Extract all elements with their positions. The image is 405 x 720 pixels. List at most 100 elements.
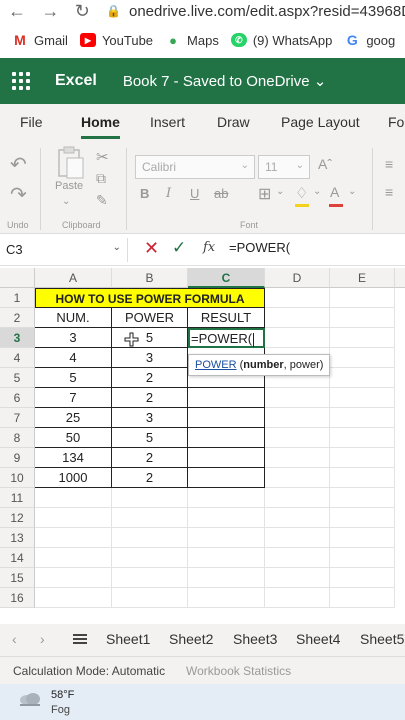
font-size-box[interactable]: 11 ⌄ [258, 155, 310, 179]
grid-cell[interactable] [265, 588, 330, 608]
copy-icon[interactable]: ⧉ [96, 170, 106, 187]
fog-cloud-icon[interactable] [18, 692, 42, 708]
sheet-tab-2[interactable]: Sheet2 [169, 631, 213, 647]
header-cell[interactable]: POWER [112, 308, 188, 328]
power-cell[interactable]: 2 [112, 388, 188, 408]
tab-home[interactable]: Home [81, 114, 120, 139]
grid-cell[interactable] [330, 568, 395, 588]
grid-cell[interactable] [188, 488, 265, 508]
result-cell[interactable] [188, 408, 265, 428]
paste-label[interactable]: Paste [55, 180, 83, 192]
grid-cell[interactable] [330, 448, 395, 468]
grid-cell[interactable] [265, 468, 330, 488]
column-header-d[interactable]: D [265, 268, 330, 288]
grid-cell[interactable] [265, 528, 330, 548]
select-all-corner[interactable] [0, 268, 35, 288]
tab-draw[interactable]: Draw [217, 114, 250, 130]
lock-icon[interactable]: 🔒 [106, 4, 121, 18]
column-header-f[interactable] [395, 268, 405, 288]
grid-cell[interactable] [188, 508, 265, 528]
num-cell[interactable]: 50 [35, 428, 112, 448]
formula-input[interactable]: =POWER( [229, 240, 290, 255]
bookmark-gmail[interactable]: M Gmail [12, 32, 68, 48]
grid-cell[interactable] [188, 548, 265, 568]
grid-cell[interactable] [112, 588, 188, 608]
column-header-a[interactable]: A [35, 268, 112, 288]
grid-cell[interactable] [330, 348, 395, 368]
function-tooltip[interactable]: POWER (number, power) [188, 354, 331, 376]
row-header[interactable]: 15 [0, 568, 35, 588]
document-title[interactable]: Book 7 - Saved to OneDrive ⌄ [123, 72, 327, 90]
grid-cell[interactable] [265, 308, 330, 328]
num-cell[interactable]: 1000 [35, 468, 112, 488]
grid-cell[interactable] [265, 388, 330, 408]
grid-cell[interactable] [188, 588, 265, 608]
borders-icon[interactable]: ⊞ [258, 184, 271, 204]
grid-cell[interactable] [330, 528, 395, 548]
grid-cell[interactable] [188, 568, 265, 588]
row-header[interactable]: 4 [0, 348, 35, 368]
active-cell[interactable]: =POWER( [188, 328, 265, 348]
bookmark-maps[interactable]: ● Maps [165, 33, 219, 48]
fill-color-icon[interactable]: ♢ [295, 184, 308, 202]
num-cell[interactable]: 4 [35, 348, 112, 368]
sheet-tab-1[interactable]: Sheet1 [106, 631, 150, 647]
weather-temperature[interactable]: 58°F [51, 689, 74, 701]
undo-icon[interactable]: ↶ [10, 152, 27, 177]
num-cell[interactable]: 134 [35, 448, 112, 468]
grid-cell[interactable] [265, 548, 330, 568]
forward-icon[interactable]: → [41, 1, 66, 22]
result-cell[interactable] [188, 388, 265, 408]
grid-cell[interactable] [112, 548, 188, 568]
cancel-formula-icon[interactable]: ✕ [144, 238, 159, 259]
grid-cell[interactable] [265, 488, 330, 508]
tab-formulas[interactable]: Fo [388, 114, 404, 130]
underline-icon[interactable]: U [190, 186, 199, 201]
power-cell[interactable]: 2 [112, 468, 188, 488]
grid-cell[interactable] [330, 508, 395, 528]
url-text[interactable]: onedrive.live.com/edit.aspx?resid=43968D [129, 3, 405, 20]
paste-icon[interactable] [55, 146, 85, 180]
grid-cell[interactable] [35, 588, 112, 608]
strikethrough-icon[interactable]: ab [214, 186, 228, 201]
sheet-title-cell[interactable]: HOW TO USE POWER FORMULA [35, 288, 265, 308]
power-cell[interactable]: 3 [112, 348, 188, 368]
chevron-down-icon[interactable]: ⌄ [276, 186, 284, 197]
bookmark-whatsapp[interactable]: ✆ (9) WhatsApp [230, 33, 332, 48]
num-cell[interactable]: 7 [35, 388, 112, 408]
grid-cell[interactable] [35, 568, 112, 588]
num-cell[interactable]: 5 [35, 368, 112, 388]
sheet-tab-3[interactable]: Sheet3 [233, 631, 277, 647]
grid-cell[interactable] [112, 508, 188, 528]
power-cell[interactable]: 2 [112, 368, 188, 388]
align-left-icon[interactable]: ≡ [385, 184, 393, 200]
tab-insert[interactable]: Insert [150, 114, 185, 130]
grid-cell[interactable] [265, 428, 330, 448]
chevron-down-icon[interactable]: ⌄ [348, 186, 356, 197]
tooltip-function-link[interactable]: POWER [195, 359, 237, 371]
app-name[interactable]: Excel [55, 72, 97, 90]
increase-font-icon[interactable]: Aˆ [318, 156, 332, 172]
chevron-down-icon[interactable]: ⌄ [313, 186, 321, 197]
power-cell[interactable]: 2 [112, 448, 188, 468]
bookmark-google[interactable]: G goog [344, 32, 395, 48]
row-header[interactable]: 6 [0, 388, 35, 408]
row-header[interactable]: 7 [0, 408, 35, 428]
result-cell[interactable] [188, 448, 265, 468]
grid-cell[interactable] [330, 308, 395, 328]
column-header-e[interactable]: E [330, 268, 395, 288]
row-header[interactable]: 9 [0, 448, 35, 468]
grid-cell[interactable] [330, 428, 395, 448]
grid-cell[interactable] [35, 488, 112, 508]
row-header[interactable]: 10 [0, 468, 35, 488]
prev-sheet-icon[interactable]: ‹ [12, 631, 17, 647]
grid-cell[interactable] [35, 548, 112, 568]
result-cell[interactable] [188, 468, 265, 488]
grid-cell[interactable] [265, 288, 330, 308]
cut-icon[interactable]: ✂ [96, 148, 109, 166]
grid-cell[interactable] [35, 528, 112, 548]
reload-icon[interactable]: ↻ [75, 1, 100, 22]
row-header[interactable]: 1 [0, 288, 35, 308]
weather-condition[interactable]: Fog [51, 704, 70, 716]
grid-cell[interactable] [265, 448, 330, 468]
